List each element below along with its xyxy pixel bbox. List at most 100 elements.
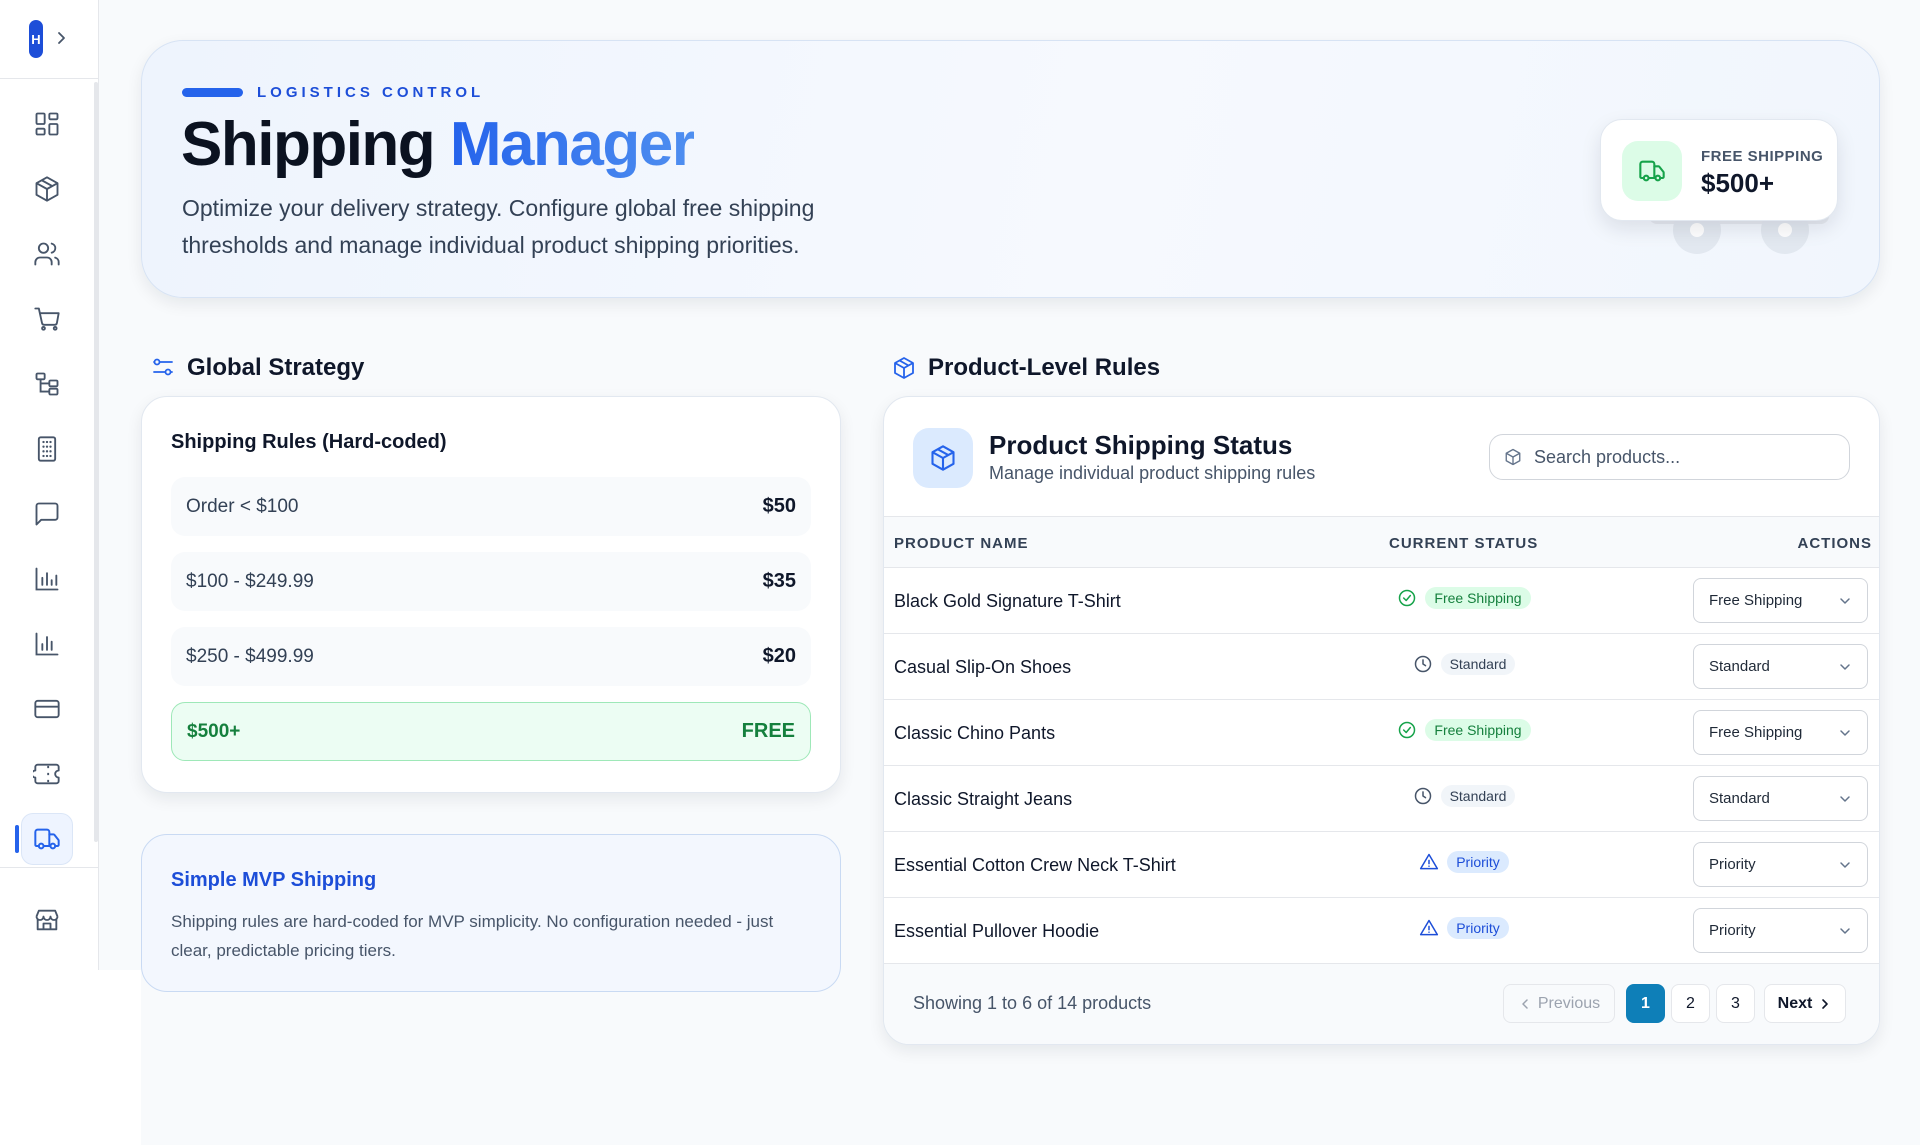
package-search-icon [1505,448,1521,466]
truck-icon [1639,160,1665,182]
check-circle-icon [1399,589,1416,607]
status-cell: Standard [1374,653,1554,675]
previous-label: Previous [1537,994,1601,1012]
search-input[interactable] [1534,446,1824,468]
sidebar-item-coupons[interactable] [21,748,73,800]
app-logo[interactable]: H [29,20,43,58]
shipping-rule-select[interactable]: Priority [1693,908,1868,953]
message-icon [35,502,59,526]
shipping-rule-select[interactable]: Free Shipping [1693,710,1868,755]
col-product-name: PRODUCT NAME [894,535,1029,552]
sidebar-header: H [0,0,98,79]
product-shipping-card: Product Shipping Status Manage individua… [883,396,1880,1045]
chevron-down-icon [1840,663,1850,670]
shipping-rule-select[interactable]: Standard [1693,776,1868,821]
status-badge: Standard [1440,785,1516,807]
free-shipping-icon-wrap [1622,141,1682,201]
status-cell: Standard [1374,785,1554,807]
col-current-status: CURRENT STATUS [1389,535,1539,552]
sidebar-item-products[interactable] [21,163,73,215]
page-button-3[interactable]: 3 [1716,984,1755,1023]
status-badge: Standard [1440,653,1516,675]
sidebar-item-dashboard[interactable] [21,98,73,150]
table-row: Casual Slip-On Shoes Standard Standard [884,634,1879,700]
next-page-button[interactable]: Next [1764,984,1846,1023]
sidebar: H [0,0,99,970]
active-indicator [15,825,19,853]
product-name: Essential Cotton Crew Neck T-Shirt [894,855,1176,875]
status-cell: Free Shipping [1374,719,1554,741]
page-button-1[interactable]: 1 [1626,984,1665,1023]
dashboard-icon [35,112,59,136]
credit-card-icon [34,699,60,719]
product-name: Classic Chino Pants [894,723,1056,743]
page-button-2[interactable]: 2 [1671,984,1710,1023]
main-content: LOGISTICS CONTROL Shipping Manager Optim… [99,0,1920,1145]
chevron-right-icon [1822,998,1829,1009]
free-shipping-label: FREE SHIPPING [1701,148,1824,165]
rule-row-free: $500+ FREE [171,702,811,761]
product-name: Black Gold Signature T-Shirt [894,591,1121,611]
product-card-title: Product Shipping Status [989,430,1293,460]
clock-icon [1414,787,1431,805]
truck-icon [34,828,60,850]
rule-row: $250 - $499.99 $20 [171,627,811,686]
rule-price: $35 [762,570,796,592]
global-strategy-heading: Global Strategy [151,354,364,382]
page-title-accent: Manager [449,110,696,179]
sidebar-item-messages[interactable] [21,488,73,540]
rule-price: $50 [762,495,796,517]
sidebar-item-orders[interactable] [21,293,73,345]
chevron-left-icon [1522,998,1528,1009]
sidebar-item-customers[interactable] [21,228,73,280]
product-name: Essential Pullover Hoodie [894,921,1100,941]
col-actions: ACTIONS [1797,535,1872,552]
product-name: Classic Straight Jeans [894,789,1073,809]
status-cell: Priority [1374,917,1554,939]
shipping-rules-title: Shipping Rules (Hard-coded) [171,431,447,453]
chevron-down-icon [1840,729,1850,736]
status-badge: Priority [1447,851,1509,873]
select-value: Free Shipping [1709,592,1803,609]
chevron-right-icon[interactable] [54,28,70,48]
sidebar-item-organization[interactable] [21,423,73,475]
free-shipping-threshold: $500+ [1701,168,1775,198]
select-value: Standard [1709,790,1770,807]
status-cell: Free Shipping [1374,587,1554,609]
shipping-rule-select[interactable]: Priority [1693,842,1868,887]
table-row: Classic Chino Pants Free Shipping Free S… [884,700,1879,766]
building-icon [37,436,57,462]
select-value: Priority [1709,856,1756,873]
alert-triangle-icon [1420,853,1439,870]
sidebar-item-reports[interactable] [21,553,73,605]
product-search[interactable] [1489,434,1850,480]
sidebar-item-store[interactable] [21,894,73,946]
mvp-info-text: Shipping rules are hard-coded for MVP si… [171,912,774,960]
users-icon [34,242,60,266]
sidebar-scrollbar[interactable] [94,82,98,842]
check-circle-icon [1399,721,1416,739]
chevron-down-icon [1840,927,1850,934]
previous-page-button[interactable]: Previous [1503,984,1615,1023]
sidebar-item-analytics[interactable] [21,618,73,670]
next-label: Next [1777,994,1813,1012]
rule-row: $100 - $249.99 $35 [171,552,811,611]
hero-banner: LOGISTICS CONTROL Shipping Manager Optim… [141,40,1880,298]
sidebar-item-categories[interactable] [21,358,73,410]
store-icon [35,909,59,931]
shipping-rule-select[interactable]: Standard [1693,644,1868,689]
sliders-icon [153,358,173,376]
sidebar-item-shipping[interactable] [21,813,73,865]
clock-icon [1414,655,1431,673]
sidebar-item-payments[interactable] [21,683,73,735]
rule-price: $20 [762,645,796,667]
rule-range: Order < $100 [186,495,299,517]
rule-range: $500+ [187,720,241,742]
categories-icon [35,372,59,396]
status-badge: Free Shipping [1425,587,1531,609]
cart-icon [34,307,60,331]
shipping-rule-select[interactable]: Free Shipping [1693,578,1868,623]
status-cell: Priority [1374,851,1554,873]
chevron-down-icon [1840,795,1850,802]
table-footer: Showing 1 to 6 of 14 products Previous 1… [884,964,1879,1044]
